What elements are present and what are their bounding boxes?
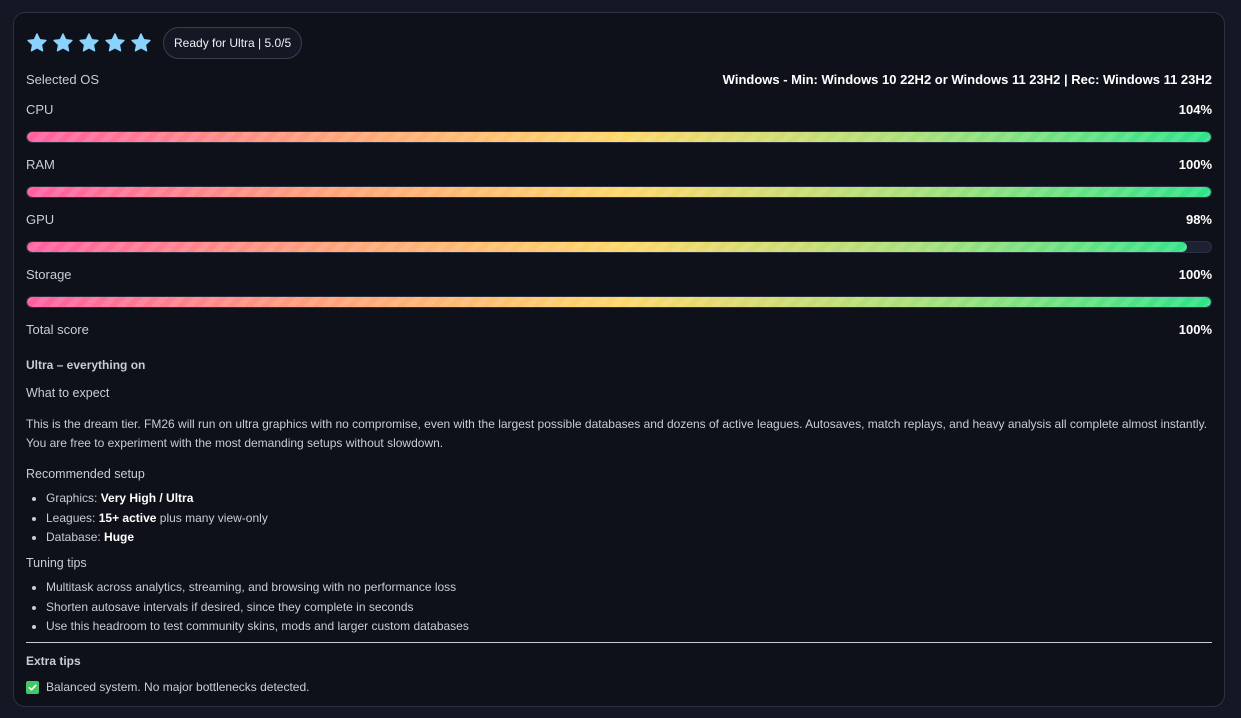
star-icon [105, 33, 125, 52]
ram-label: RAM [26, 157, 55, 172]
ram-value: 100% [1178, 157, 1212, 172]
total-score-label: Total score [26, 322, 89, 337]
tips-list: Multitask across analytics, streaming, a… [26, 578, 469, 637]
star-icon [79, 33, 99, 52]
readiness-badge: Ready for Ultra | 5.0/5 [163, 27, 303, 59]
storage-bar [26, 296, 1212, 308]
star-icon [27, 33, 47, 52]
gpu-value: 98% [1185, 212, 1212, 227]
cpu-bar-fill [27, 132, 1211, 142]
list-item: Leagues: 15+ active plus many view-only [46, 509, 268, 529]
star-icon [53, 33, 73, 52]
list-item: Database: Huge [46, 528, 268, 548]
expect-heading: What to expect [26, 386, 110, 400]
rating-row: Ready for Ultra | 5.0/5 [26, 26, 303, 60]
list-item: Multitask across analytics, streaming, a… [46, 578, 469, 598]
extra-tip-item: Balanced system. No major bottlenecks de… [26, 680, 309, 694]
system-check-card: Ready for Ultra | 5.0/5 Selected OS Wind… [13, 12, 1225, 707]
os-value: Windows - Min: Windows 10 22H2 or Window… [722, 72, 1212, 87]
star-rating [26, 32, 152, 54]
divider [26, 642, 1212, 643]
storage-bar-fill [27, 297, 1211, 307]
check-icon [26, 680, 39, 694]
ram-bar [26, 186, 1212, 198]
gpu-bar-fill [27, 242, 1188, 252]
extra-tip-text: Balanced system. No major bottlenecks de… [46, 680, 310, 694]
list-item: Use this headroom to test community skin… [46, 617, 469, 637]
extra-tips-title: Extra tips [26, 654, 81, 668]
ram-bar-fill [27, 187, 1211, 197]
os-label: Selected OS [26, 72, 99, 87]
tips-heading: Tuning tips [26, 556, 87, 570]
tier-description: This is the dream tier. FM26 will run on… [26, 417, 1208, 450]
cpu-label: CPU [26, 102, 54, 117]
cpu-value: 104% [1178, 102, 1212, 117]
tier-title: Ultra – everything on [26, 358, 146, 372]
setup-list: Graphics: Very High / Ultra Leagues: 15+… [26, 489, 268, 548]
storage-label: Storage [26, 267, 72, 282]
storage-value: 100% [1178, 267, 1212, 282]
list-item: Graphics: Very High / Ultra [46, 489, 268, 509]
cpu-bar [26, 131, 1212, 143]
total-score-value: 100% [1178, 322, 1212, 337]
setup-heading: Recommended setup [26, 467, 145, 481]
list-item: Shorten autosave intervals if desired, s… [46, 598, 469, 618]
gpu-bar [26, 241, 1212, 253]
star-icon [131, 33, 151, 52]
gpu-label: GPU [26, 212, 55, 227]
